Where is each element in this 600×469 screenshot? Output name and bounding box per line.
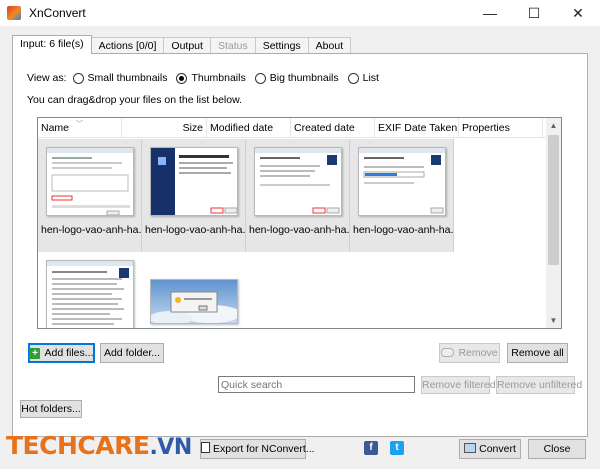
text-document-icon xyxy=(46,260,134,328)
sort-arrow-icon: ﹀ xyxy=(76,121,83,128)
file-item[interactable]: hen-logo-vao-anh-ha. xyxy=(246,139,350,252)
tab-about[interactable]: About xyxy=(307,37,352,54)
radio-icon xyxy=(254,72,266,84)
view-list-radio[interactable]: List xyxy=(347,72,379,84)
column-exif-date[interactable]: EXIF Date Taken xyxy=(375,118,459,138)
radio-checked-icon xyxy=(176,72,188,84)
file-name: hen-logo-vao-anh-ha. xyxy=(249,224,350,236)
window-title: XnConvert xyxy=(29,6,86,20)
quick-search-input[interactable] xyxy=(218,376,415,393)
view-thumbnails-radio[interactable]: Thumbnails xyxy=(176,72,246,84)
minus-icon xyxy=(441,348,455,357)
column-size[interactable]: Size xyxy=(122,118,207,138)
list-scrollbar[interactable]: ▲ ▼ xyxy=(546,118,561,328)
drag-drop-hint: You can drag&drop your files on the list… xyxy=(27,94,242,106)
twitter-icon[interactable]: t xyxy=(390,441,404,455)
nconvert-icon xyxy=(201,442,210,453)
scroll-thumb[interactable] xyxy=(548,135,559,265)
remove-unfiltered-button[interactable]: Remove unfiltered xyxy=(496,376,582,394)
plus-icon: + xyxy=(29,348,41,359)
column-modified-date[interactable]: Modified date xyxy=(207,118,291,138)
hot-folders-button[interactable]: Hot folders... xyxy=(20,400,82,418)
file-item[interactable] xyxy=(38,252,142,328)
view-mode-selector: View as: Small thumbnails Thumbnails Big… xyxy=(27,72,388,84)
convert-icon xyxy=(464,443,477,453)
convert-button[interactable]: Convert xyxy=(459,439,521,459)
remove-all-button[interactable]: Remove all xyxy=(507,343,568,363)
minimize-button[interactable]: — xyxy=(468,0,512,26)
tab-status[interactable]: Status xyxy=(209,37,256,54)
tab-settings[interactable]: Settings xyxy=(254,37,309,54)
close-window-button[interactable]: ✕ xyxy=(556,0,600,26)
xnconvert-app-icon xyxy=(7,6,21,20)
file-list[interactable]: Name ﹀ Size Modified date Created date E… xyxy=(37,117,562,329)
facebook-icon[interactable]: f xyxy=(364,441,378,455)
maximize-button[interactable]: ☐ xyxy=(512,0,556,26)
tab-output[interactable]: Output xyxy=(163,37,211,54)
view-as-label: View as: xyxy=(27,72,67,84)
column-name[interactable]: Name ﹀ xyxy=(38,118,122,138)
file-name: hen-logo-vao-anh-ha. xyxy=(145,224,246,236)
tab-input[interactable]: Input: 6 file(s) xyxy=(12,35,92,54)
view-big-thumbnails-radio[interactable]: Big thumbnails xyxy=(254,72,339,84)
column-created-date[interactable]: Created date xyxy=(291,118,375,138)
radio-icon xyxy=(72,72,84,84)
setup-dialog-icon xyxy=(254,147,342,216)
remove-button[interactable]: Remove xyxy=(439,343,500,363)
installer-wizard-icon xyxy=(150,147,238,216)
file-item[interactable]: hen-logo-vao-anh-ha. xyxy=(350,139,454,252)
close-button[interactable]: Close xyxy=(528,439,586,459)
main-tabs: Input: 6 file(s) Actions [0/0] Output St… xyxy=(12,35,352,54)
file-item[interactable]: hen-logo-vao-anh-ha. xyxy=(38,139,142,252)
file-name: hen-logo-vao-anh-ha. xyxy=(353,224,454,236)
file-name: hen-logo-vao-anh-ha. xyxy=(41,224,142,236)
radio-icon xyxy=(347,72,359,84)
add-files-button[interactable]: + Add files... xyxy=(28,343,95,363)
tab-actions[interactable]: Actions [0/0] xyxy=(90,37,165,54)
add-folder-button[interactable]: Add folder... xyxy=(100,343,164,363)
scroll-up-icon[interactable]: ▲ xyxy=(546,118,561,133)
column-headers: Name ﹀ Size Modified date Created date E… xyxy=(38,118,548,138)
column-properties[interactable]: Properties xyxy=(459,118,543,138)
scroll-down-icon[interactable]: ▼ xyxy=(546,313,561,328)
techcare-watermark-logo: TECHCARE.VN xyxy=(6,431,192,460)
dialog-form-icon xyxy=(46,147,134,216)
sky-desktop-icon xyxy=(150,279,238,324)
export-nconvert-button[interactable]: Export for NConvert... xyxy=(200,439,315,459)
file-item[interactable] xyxy=(142,252,246,328)
progress-dialog-icon xyxy=(358,147,446,216)
title-bar: XnConvert — ☐ ✕ xyxy=(0,0,600,26)
file-item[interactable]: hen-logo-vao-anh-ha. xyxy=(142,139,246,252)
view-small-thumbnails-radio[interactable]: Small thumbnails xyxy=(72,72,167,84)
remove-filtered-button[interactable]: Remove filtered xyxy=(421,376,496,394)
